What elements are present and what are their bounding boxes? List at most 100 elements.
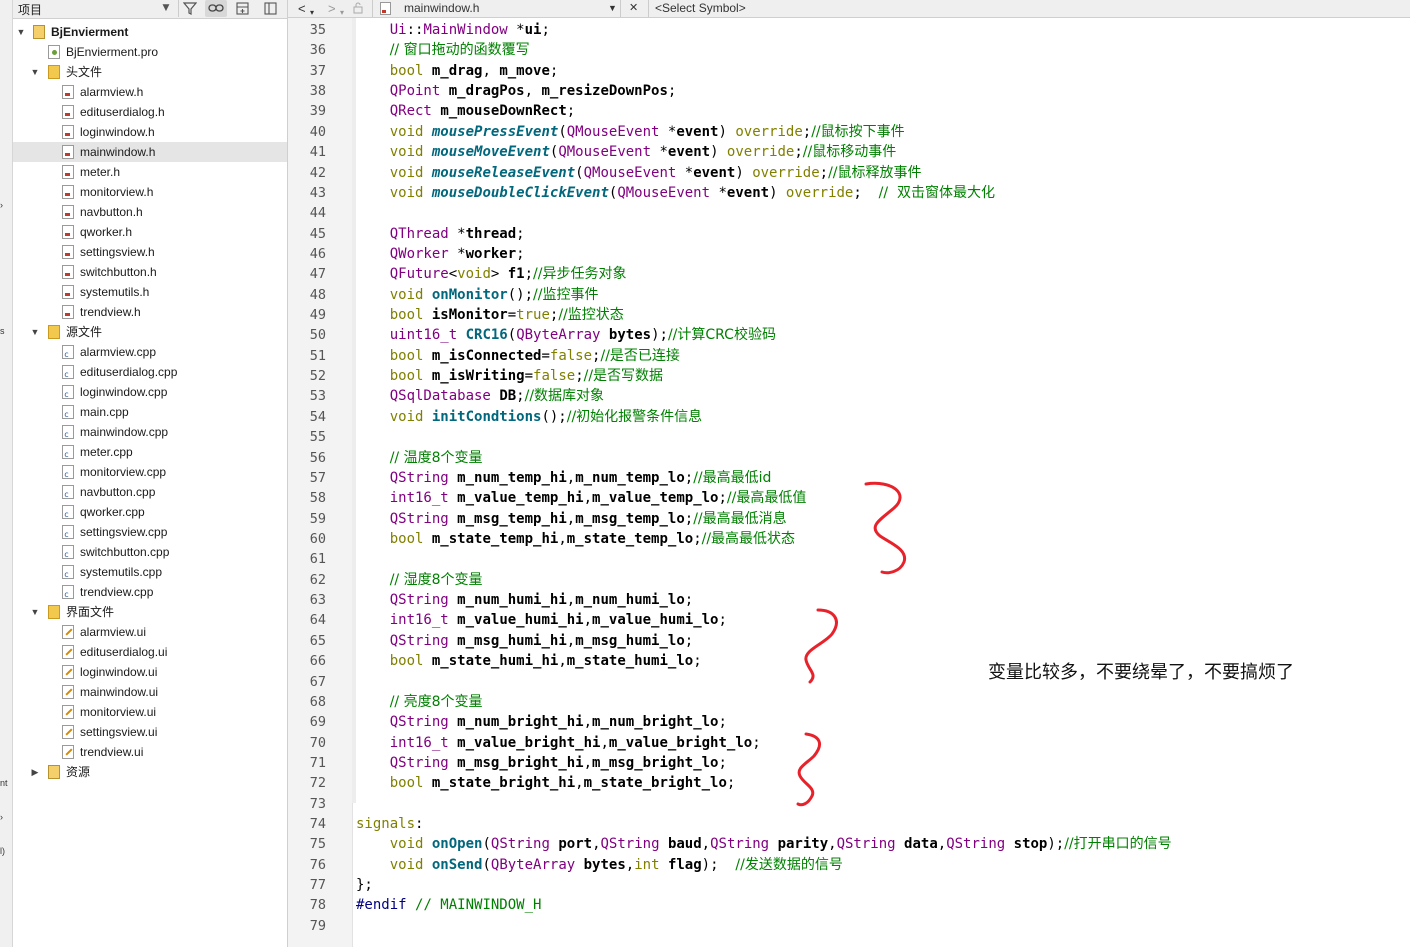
code-line[interactable]: void mouseDoubleClickEvent(QMouseEvent *… [356,184,995,202]
tree-item[interactable]: trendview.h [13,302,287,322]
chevron-down-icon[interactable]: ▼ [29,324,41,340]
tree-item[interactable]: ▶ 资源 [13,762,287,782]
tree-item[interactable]: systemutils.h [13,282,287,302]
tree-item[interactable]: meter.cpp [13,442,287,462]
open-file-name[interactable]: mainwindow.h [404,0,479,17]
tree-item[interactable]: switchbutton.cpp [13,542,287,562]
code-line[interactable]: void onSend(QByteArray bytes,int flag); … [356,856,843,874]
code-line[interactable]: QPoint m_dragPos, m_resizeDownPos; [356,82,677,100]
code-line[interactable]: QSqlDatabase DB;//数据库对象 [356,387,604,405]
code-line[interactable]: int16_t m_value_humi_hi,m_value_humi_lo; [356,611,727,629]
chevron-down-icon[interactable]: ▼ [159,0,173,17]
tree-item[interactable]: edituserdialog.cpp [13,362,287,382]
strip-arrow-icon[interactable]: › [0,200,3,210]
tree-item[interactable]: mainwindow.ui [13,682,287,702]
lock-icon[interactable] [352,0,364,19]
tree-item[interactable]: qworker.cpp [13,502,287,522]
code-line[interactable]: uint16_t CRC16(QByteArray bytes);//计算CRC… [356,326,776,344]
code-line[interactable]: QFuture<void> f1;//异步任务对象 [356,265,627,283]
code-line[interactable]: bool m_state_temp_hi,m_state_temp_lo;//最… [356,530,795,548]
code-line[interactable]: bool m_isWriting=false;//是否写数据 [356,367,663,385]
code-line[interactable]: bool m_state_bright_hi,m_state_bright_lo… [356,774,736,792]
tree-item[interactable]: navbutton.h [13,202,287,222]
chevron-right-icon[interactable]: ▶ [29,764,41,780]
header-file-icon [62,185,74,199]
tree-item[interactable]: monitorview.ui [13,702,287,722]
tree-item[interactable]: qworker.h [13,222,287,242]
code-line[interactable]: QString m_num_humi_hi,m_num_humi_lo; [356,591,693,609]
tree-item[interactable]: navbutton.cpp [13,482,287,502]
code-line[interactable]: #endif // MAINWINDOW_H [356,896,541,914]
tree-item[interactable]: switchbutton.h [13,262,287,282]
tree-item[interactable]: mainwindow.cpp [13,422,287,442]
tree-item[interactable]: ▼ 源文件 [13,322,287,342]
tree-item[interactable]: edituserdialog.h [13,102,287,122]
tree-item[interactable]: alarmview.h [13,82,287,102]
code-line[interactable]: // 亮度8个变量 [356,693,483,711]
code-line[interactable]: signals: [356,815,423,833]
tree-item[interactable]: loginwindow.cpp [13,382,287,402]
tree-item[interactable]: edituserdialog.ui [13,642,287,662]
chevron-down-icon[interactable]: ▼ [29,64,41,80]
code-line[interactable]: QWorker *worker; [356,245,525,263]
tree-item[interactable]: trendview.cpp [13,582,287,602]
tree-item[interactable]: ▼ BjEnvierment [13,22,287,42]
code-line[interactable]: void onMonitor();//监控事件 [356,286,599,304]
code-line[interactable]: // 窗口拖动的函数覆写 [356,41,530,59]
tree-item[interactable]: ▼ 界面文件 [13,602,287,622]
code-line[interactable]: void mouseReleaseEvent(QMouseEvent *even… [356,164,922,182]
code-line[interactable]: bool isMonitor=true;//监控状态 [356,306,624,324]
code-line[interactable]: void mousePressEvent(QMouseEvent *event)… [356,123,905,141]
tree-item[interactable]: ▼ 头文件 [13,62,287,82]
code-line[interactable]: QString m_msg_temp_hi,m_msg_temp_lo;//最高… [356,510,787,528]
code-token: event [693,164,736,181]
link-editor-icon[interactable] [205,0,227,17]
code-line[interactable]: // 湿度8个变量 [356,571,483,589]
tree-item[interactable]: systemutils.cpp [13,562,287,582]
code-line[interactable]: QString m_msg_bright_hi,m_msg_bright_lo; [356,754,727,772]
forward-button[interactable]: > [328,0,336,17]
tree-item[interactable]: alarmview.ui [13,622,287,642]
back-button[interactable]: < [298,0,306,17]
tree-item[interactable]: monitorview.cpp [13,462,287,482]
close-file-icon[interactable]: ✕ [629,0,638,17]
tree-item[interactable]: alarmview.cpp [13,342,287,362]
strip-arrow-icon[interactable]: › [0,812,3,822]
tree-item[interactable]: meter.h [13,162,287,182]
code-line[interactable]: bool m_isConnected=false;//是否已连接 [356,347,680,365]
filter-icon[interactable] [181,0,199,17]
tree-item[interactable]: mainwindow.h [13,142,287,162]
tree-item[interactable]: settingsview.h [13,242,287,262]
tree-item[interactable]: BjEnvierment.pro [13,42,287,62]
code-line[interactable]: QRect m_mouseDownRect; [356,102,575,120]
tree-item[interactable]: loginwindow.ui [13,662,287,682]
close-sidebar-icon[interactable] [261,0,279,17]
add-split-icon[interactable] [233,0,251,17]
symbol-selector[interactable]: <Select Symbol> [655,0,746,17]
code-line[interactable]: int16_t m_value_temp_hi,m_value_temp_lo;… [356,489,807,507]
code-line[interactable]: QString m_msg_humi_hi,m_msg_humi_lo; [356,632,693,650]
code-line[interactable]: int16_t m_value_bright_hi,m_value_bright… [356,734,761,752]
code-line[interactable]: QThread *thread; [356,225,525,243]
tree-item[interactable]: settingsview.cpp [13,522,287,542]
chevron-down-icon[interactable]: ▼ [29,604,41,620]
code-line[interactable]: void mouseMoveEvent(QMouseEvent *event) … [356,143,897,161]
code-line[interactable]: void onOpen(QString port,QString baud,QS… [356,835,1172,853]
chevron-down-icon[interactable]: ▼ [15,24,27,40]
tree-item[interactable]: main.cpp [13,402,287,422]
code-line[interactable]: // 温度8个变量 [356,449,483,467]
code-line[interactable]: QString m_num_temp_hi,m_num_temp_lo;//最高… [356,469,772,487]
tree-item[interactable]: loginwindow.h [13,122,287,142]
tree-item[interactable]: trendview.ui [13,742,287,762]
code-line[interactable]: bool m_state_humi_hi,m_state_humi_lo; [356,652,702,670]
code-line[interactable]: Ui::MainWindow *ui; [356,21,550,39]
code-line[interactable]: }; [356,876,373,894]
code-line[interactable]: QString m_num_bright_hi,m_num_bright_lo; [356,713,727,731]
code-line[interactable]: bool m_drag, m_move; [356,62,559,80]
tree-item[interactable]: settingsview.ui [13,722,287,742]
code-line[interactable]: void initCondtions();//初始化报警条件信息 [356,408,702,426]
tree-item[interactable]: monitorview.h [13,182,287,202]
file-dropdown-icon[interactable]: ▼ [608,0,617,17]
